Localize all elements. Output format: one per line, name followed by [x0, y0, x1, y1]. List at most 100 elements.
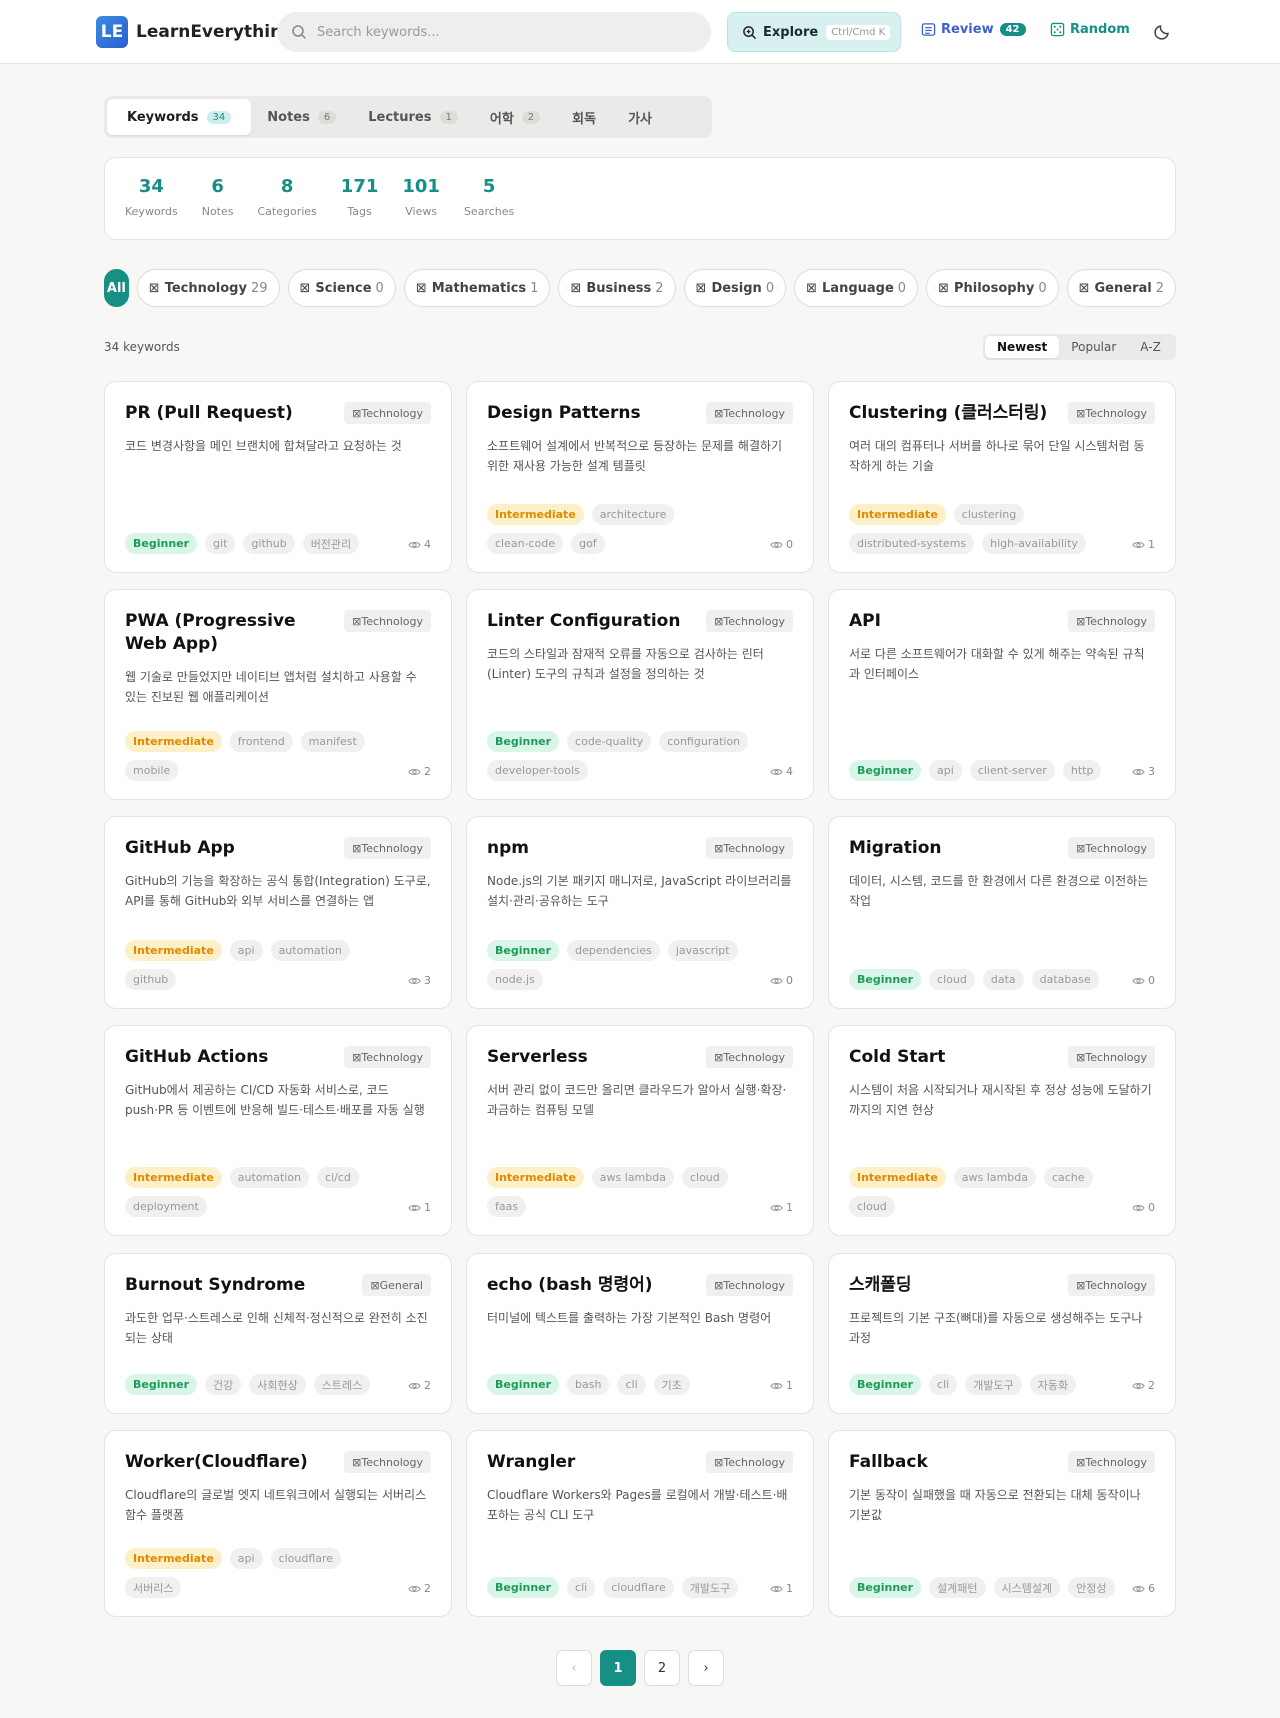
- review-link[interactable]: Review 42: [921, 22, 1026, 37]
- search-bar[interactable]: [277, 12, 711, 52]
- sort-option[interactable]: Popular: [1059, 336, 1128, 358]
- keyword-card[interactable]: echo (bash 명령어) ⊠ Technology 터미널에 텍스트를 출력하…: [466, 1253, 814, 1414]
- keyword-card[interactable]: Clustering (클러스터링) ⊠ Technology 여러 대의 컴퓨터나…: [828, 381, 1176, 573]
- tag-pill[interactable]: 개발도구: [965, 1374, 1022, 1395]
- tab-item[interactable]: 어학 2: [474, 99, 556, 135]
- tag-pill[interactable]: frontend: [229, 731, 293, 752]
- tag-pill[interactable]: developer-tools: [487, 760, 588, 781]
- keyword-card[interactable]: npm ⊠ Technology Node.js의 기본 패키지 매니저로, Jav…: [466, 816, 814, 1009]
- tag-pill[interactable]: 설계패턴: [929, 1577, 986, 1598]
- tab-item[interactable]: Lectures 1: [352, 99, 474, 135]
- tag-pill[interactable]: 건강: [205, 1374, 242, 1395]
- tag-pill[interactable]: 자동화: [1029, 1374, 1077, 1395]
- keyword-card[interactable]: PR (Pull Request) ⊠ Technology 코드 변경사항을 메인…: [104, 381, 452, 573]
- tag-pill[interactable]: 시스템설계: [993, 1577, 1061, 1598]
- search-input[interactable]: [317, 24, 677, 40]
- tag-pill[interactable]: cloud: [849, 1196, 895, 1217]
- sort-option[interactable]: Newest: [985, 336, 1060, 358]
- tag-pill[interactable]: client-server: [969, 760, 1055, 781]
- tag-pill[interactable]: 개발도구: [681, 1577, 739, 1598]
- tag-pill[interactable]: http: [1062, 760, 1102, 781]
- tag-pill[interactable]: mobile: [125, 760, 179, 781]
- tag-pill[interactable]: github: [125, 969, 177, 990]
- tag-pill[interactable]: cli: [929, 1374, 958, 1395]
- tag-pill[interactable]: javascript: [667, 940, 738, 961]
- tag-pill[interactable]: bash: [567, 1374, 610, 1395]
- keyword-card[interactable]: PWA (Progressive Web App) ⊠ Technology 웹 기…: [104, 589, 452, 800]
- tag-pill[interactable]: manifest: [300, 731, 365, 752]
- tag-pill[interactable]: 스트레스: [313, 1374, 371, 1395]
- sort-option[interactable]: A-Z: [1128, 336, 1173, 358]
- keyword-card[interactable]: API ⊠ Technology 서로 다른 소프트웨어가 대화할 수 있게 해주는…: [828, 589, 1176, 800]
- category-chip[interactable]: ⊠ Business 2: [558, 269, 676, 307]
- tag-pill[interactable]: dependencies: [567, 940, 660, 961]
- tag-pill[interactable]: high-availability: [982, 533, 1086, 554]
- logo[interactable]: LE LearnEverything: [96, 16, 294, 48]
- tag-pill[interactable]: automation: [270, 940, 350, 961]
- tag-pill[interactable]: aws lambda: [591, 1167, 674, 1188]
- tag-pill[interactable]: configuration: [659, 731, 749, 752]
- keyword-card[interactable]: GitHub Actions ⊠ Technology GitHub에서 제공하는 …: [104, 1025, 452, 1236]
- tag-pill[interactable]: github: [243, 533, 295, 554]
- category-chip[interactable]: All: [104, 269, 129, 307]
- tag-pill[interactable]: architecture: [591, 504, 675, 525]
- tag-pill[interactable]: 기초: [653, 1374, 690, 1395]
- tag-pill[interactable]: cli: [617, 1374, 646, 1395]
- tag-pill[interactable]: clustering: [953, 504, 1025, 525]
- category-chip[interactable]: ⊠ Philosophy 0: [926, 269, 1059, 307]
- page-button[interactable]: 1: [600, 1650, 636, 1686]
- tag-pill[interactable]: cloudflare: [270, 1548, 342, 1569]
- keyword-card[interactable]: Burnout Syndrome ⊠ General 과도한 업무·스트레스로 인해…: [104, 1253, 452, 1414]
- tag-pill[interactable]: node.js: [487, 969, 543, 990]
- tag-pill[interactable]: ci/cd: [317, 1167, 359, 1188]
- tab-item[interactable]: Keywords 34: [107, 99, 252, 135]
- category-chip[interactable]: ⊠ General 2: [1066, 269, 1176, 307]
- tag-pill[interactable]: cloudflare: [603, 1577, 674, 1598]
- keyword-card[interactable]: Cold Start ⊠ Technology 시스템이 처음 시작되거나 재시작된…: [828, 1025, 1176, 1236]
- category-chip[interactable]: ⊠ Technology 29: [136, 269, 280, 307]
- tag-pill[interactable]: deployment: [125, 1196, 207, 1217]
- next-page-button[interactable]: ›: [688, 1650, 724, 1686]
- tab-item[interactable]: 회독: [556, 99, 612, 135]
- keyword-card[interactable]: 스캐폴딩 ⊠ Technology 프로젝트의 기본 구조(뼈대)를 자동으로 생성…: [828, 1253, 1176, 1414]
- tag-pill[interactable]: cloud: [929, 969, 975, 990]
- page-button[interactable]: 2: [644, 1650, 680, 1686]
- tag-pill[interactable]: api: [929, 760, 962, 781]
- tag-pill[interactable]: 버전관리: [302, 533, 360, 554]
- keyword-card[interactable]: Linter Configuration ⊠ Technology 코드의 스타일과…: [466, 589, 814, 800]
- category-chip[interactable]: ⊠ Mathematics 1: [403, 269, 551, 307]
- category-chip[interactable]: ⊠ Science 0: [287, 269, 396, 307]
- tag-pill[interactable]: code-quality: [567, 731, 652, 752]
- tab-item[interactable]: 가사: [612, 99, 668, 135]
- tag-pill[interactable]: aws lambda: [953, 1167, 1036, 1188]
- random-link[interactable]: Random: [1050, 22, 1130, 37]
- tag-pill[interactable]: cli: [567, 1577, 596, 1598]
- keyword-card[interactable]: Serverless ⊠ Technology 서버 관리 없이 코드만 올리면 클…: [466, 1025, 814, 1236]
- tag-pill[interactable]: api: [229, 940, 263, 961]
- category-chip[interactable]: ⊠ Language 0: [794, 269, 919, 307]
- category-chip[interactable]: ⊠ Design 0: [683, 269, 787, 307]
- keyword-card[interactable]: Migration ⊠ Technology 데이터, 시스템, 코드를 한 환경에…: [828, 816, 1176, 1009]
- tag-pill[interactable]: cloud: [681, 1167, 728, 1188]
- prev-page-button[interactable]: ‹: [556, 1650, 592, 1686]
- tag-pill[interactable]: faas: [487, 1196, 527, 1217]
- keyword-card[interactable]: Worker(Cloudflare) ⊠ Technology Cloudflare…: [104, 1430, 452, 1617]
- tab-item[interactable]: Notes 6: [251, 99, 352, 135]
- keyword-card[interactable]: Wrangler ⊠ Technology Cloudflare Workers와 …: [466, 1430, 814, 1617]
- tag-pill[interactable]: git: [205, 533, 236, 554]
- tag-pill[interactable]: database: [1031, 969, 1099, 990]
- tag-pill[interactable]: 서버리스: [125, 1577, 182, 1598]
- tag-pill[interactable]: gof: [571, 533, 605, 554]
- tag-pill[interactable]: data: [982, 969, 1024, 990]
- keyword-card[interactable]: Design Patterns ⊠ Technology 소프트웨어 설계에서 반복…: [466, 381, 814, 573]
- tag-pill[interactable]: cache: [1043, 1167, 1093, 1188]
- tag-pill[interactable]: 안정성: [1068, 1577, 1115, 1598]
- keyword-card[interactable]: Fallback ⊠ Technology 기본 동작이 실패했을 때 자동으로 전…: [828, 1430, 1176, 1617]
- tag-pill[interactable]: 사회현상: [249, 1374, 306, 1395]
- keyword-card[interactable]: GitHub App ⊠ Technology GitHub의 기능을 확장하는 공…: [104, 816, 452, 1009]
- tag-pill[interactable]: distributed-systems: [849, 533, 975, 554]
- tag-pill[interactable]: clean-code: [487, 533, 564, 554]
- tag-pill[interactable]: api: [229, 1548, 263, 1569]
- tag-pill[interactable]: automation: [229, 1167, 310, 1188]
- explore-button[interactable]: Explore Ctrl/Cmd K: [727, 12, 901, 52]
